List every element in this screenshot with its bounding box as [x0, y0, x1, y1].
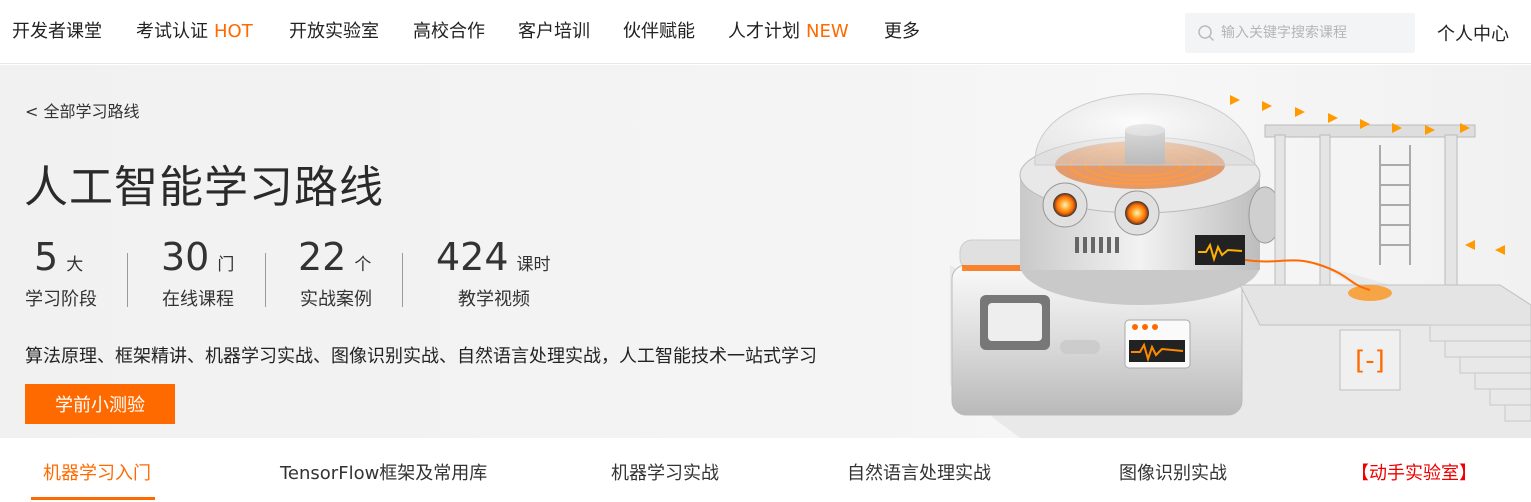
search-box [1185, 13, 1415, 53]
hot-tag: HOT [214, 21, 253, 42]
learning-stage-tabs: 机器学习入门 TensorFlow框架及常用库 机器学习实战 自然语言处理实战 … [0, 438, 1531, 502]
personal-center-link[interactable]: 个人中心 [1437, 20, 1509, 46]
stat-cases: 22 个 实战案例 [298, 235, 372, 311]
stat-label: 实战案例 [300, 289, 372, 310]
active-tab-indicator [31, 497, 155, 500]
tab-ml-intro[interactable]: 机器学习入门 [43, 459, 151, 485]
svg-text:[-]: [-] [1355, 346, 1385, 376]
path-description: 算法原理、框架精讲、机器学习实战、图像识别实战、自然语言处理实战，人工智能技术一… [25, 346, 817, 367]
robot-illustration: [-] [950, 93, 1531, 438]
stat-courses: 30 门 在线课程 [161, 235, 234, 311]
stat-unit: 课时 [516, 255, 551, 275]
tab-ml-practice[interactable]: 机器学习实战 [611, 459, 719, 485]
nav-item-partner[interactable]: 伙伴赋能 [623, 20, 695, 44]
nav-item-label: 考试认证 [136, 21, 208, 42]
stat-number: 5 [34, 235, 59, 279]
stat-number: 424 [436, 235, 509, 279]
stat-label: 在线课程 [162, 289, 234, 310]
search-icon [1198, 25, 1215, 42]
stat-unit: 个 [354, 255, 372, 275]
tab-hands-on-lab[interactable]: 【动手实验室】 [1351, 459, 1477, 485]
tab-nlp-practice[interactable]: 自然语言处理实战 [847, 459, 991, 485]
stat-divider [265, 253, 266, 307]
nav-item-certification[interactable]: 考试认证 HOT [136, 20, 253, 44]
stat-divider [127, 253, 128, 307]
search-input[interactable] [1221, 13, 1411, 53]
nav-item-open-lab[interactable]: 开放实验室 [289, 20, 379, 44]
tab-image-recognition[interactable]: 图像识别实战 [1119, 459, 1227, 485]
nav-item-label: 开发者课堂 [12, 21, 102, 42]
page-title: 人工智能学习路线 [24, 162, 384, 213]
stat-label: 教学视频 [458, 289, 530, 310]
stat-number: 30 [161, 235, 210, 279]
nav-item-talent-plan[interactable]: 人才计划 NEW [728, 20, 849, 44]
stat-label: 学习阶段 [25, 289, 97, 310]
stat-divider [402, 253, 403, 307]
stat-unit: 大 [66, 255, 84, 275]
stat-videos: 424 课时 教学视频 [436, 235, 551, 311]
nav-item-label: 开放实验室 [289, 21, 379, 42]
nav-item-label: 更多 [884, 21, 920, 42]
top-navigation: 开发者课堂 考试认证 HOT 开放实验室 高校合作 客户培训 伙伴赋能 人才计划 N… [0, 0, 1531, 64]
new-tag: NEW [806, 21, 849, 42]
nav-item-more[interactable]: 更多 [884, 20, 920, 44]
nav-item-label: 伙伴赋能 [623, 21, 695, 42]
hero-banner: < 全部学习路线 人工智能学习路线 5大 学习阶段 30 门 在线课程 22 个 实… [0, 65, 1531, 438]
nav-item-label: 人才计划 [728, 21, 800, 42]
all-learning-paths-link[interactable]: < 全部学习路线 [25, 98, 140, 122]
tab-tensorflow[interactable]: TensorFlow框架及常用库 [280, 459, 487, 485]
nav-item-label: 高校合作 [413, 21, 485, 42]
nav-item-university[interactable]: 高校合作 [413, 20, 485, 44]
nav-item-label: 客户培训 [518, 21, 590, 42]
stat-number: 22 [298, 235, 347, 279]
pre-study-quiz-button[interactable]: 学前小测验 [25, 384, 175, 424]
nav-item-developer-classroom[interactable]: 开发者课堂 [12, 20, 102, 44]
stat-stages: 5大 学习阶段 [25, 235, 97, 311]
nav-item-customer-training[interactable]: 客户培训 [518, 20, 590, 44]
stat-unit: 门 [217, 255, 235, 275]
